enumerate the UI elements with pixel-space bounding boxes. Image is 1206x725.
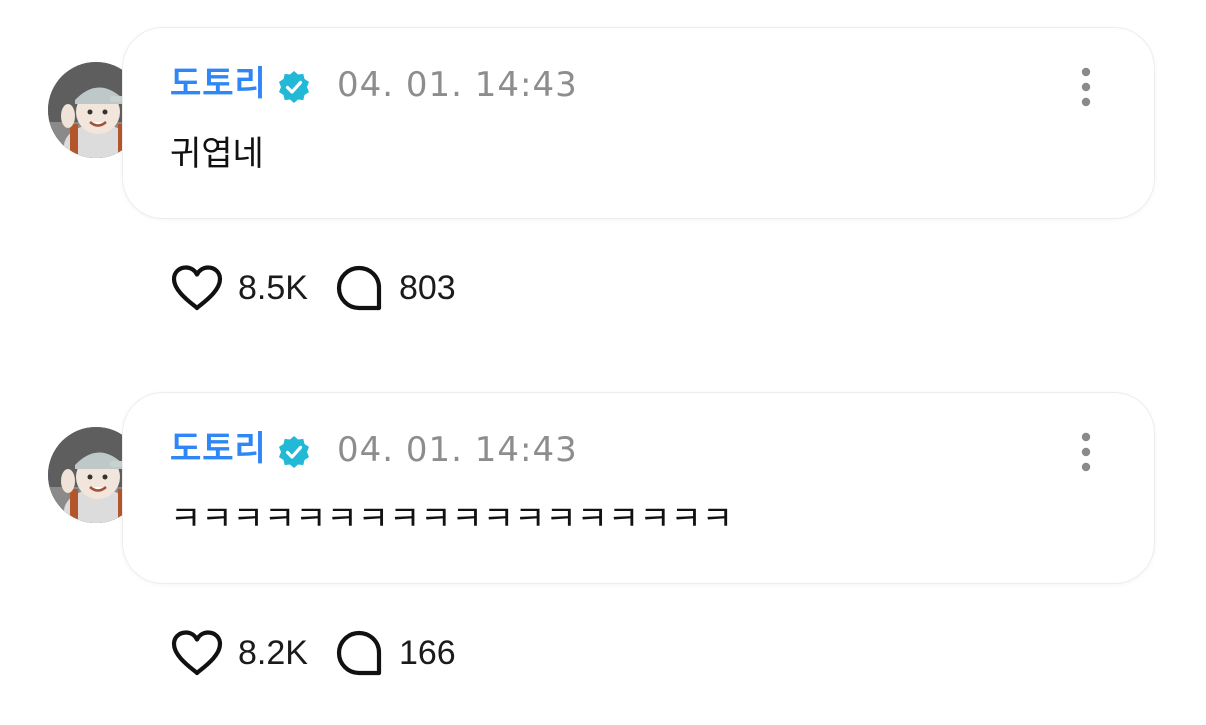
more-options-icon[interactable] [1073, 66, 1099, 108]
comment-bubble: 도토리 04. 01. 14:43 ㅋㅋㅋㅋㅋㅋㅋㅋㅋㅋㅋㅋㅋㅋㅋㅋㅋㅋ [123, 393, 1154, 583]
more-options-icon[interactable] [1073, 431, 1099, 473]
comment-timestamp: 04. 01. 14:43 [337, 65, 578, 105]
heart-icon [171, 265, 223, 311]
comment-text: ㅋㅋㅋㅋㅋㅋㅋㅋㅋㅋㅋㅋㅋㅋㅋㅋㅋㅋ [170, 499, 734, 539]
comment-actions: 8.5K 803 [170, 262, 456, 314]
like-button[interactable]: 8.5K [170, 264, 335, 312]
reply-bubble-icon [336, 265, 382, 311]
reply-bubble-icon [336, 630, 382, 676]
verified-badge-icon [279, 436, 309, 468]
comment-timestamp: 04. 01. 14:43 [337, 430, 578, 470]
reply-count: 166 [398, 634, 456, 672]
comment-text: 귀엽네 [170, 134, 264, 174]
author-name[interactable]: 도토리 [170, 64, 267, 104]
comment-actions: 8.2K 166 [170, 627, 456, 679]
reply-count: 803 [398, 269, 456, 307]
like-button[interactable]: 8.2K [170, 629, 335, 677]
comment-bubble: 도토리 04. 01. 14:43 귀엽네 [123, 28, 1154, 218]
comment-item: 도토리 04. 01. 14:43 귀엽네 8.5K 803 [0, 28, 1206, 358]
author-name[interactable]: 도토리 [170, 429, 267, 469]
heart-icon [171, 630, 223, 676]
verified-badge-icon [279, 71, 309, 103]
comment-item: 도토리 04. 01. 14:43 ㅋㅋㅋㅋㅋㅋㅋㅋㅋㅋㅋㅋㅋㅋㅋㅋㅋㅋ 8.2… [0, 393, 1206, 723]
like-count: 8.5K [238, 269, 308, 307]
reply-button[interactable]: 166 [335, 629, 456, 677]
like-count: 8.2K [238, 634, 308, 672]
reply-button[interactable]: 803 [335, 264, 456, 312]
